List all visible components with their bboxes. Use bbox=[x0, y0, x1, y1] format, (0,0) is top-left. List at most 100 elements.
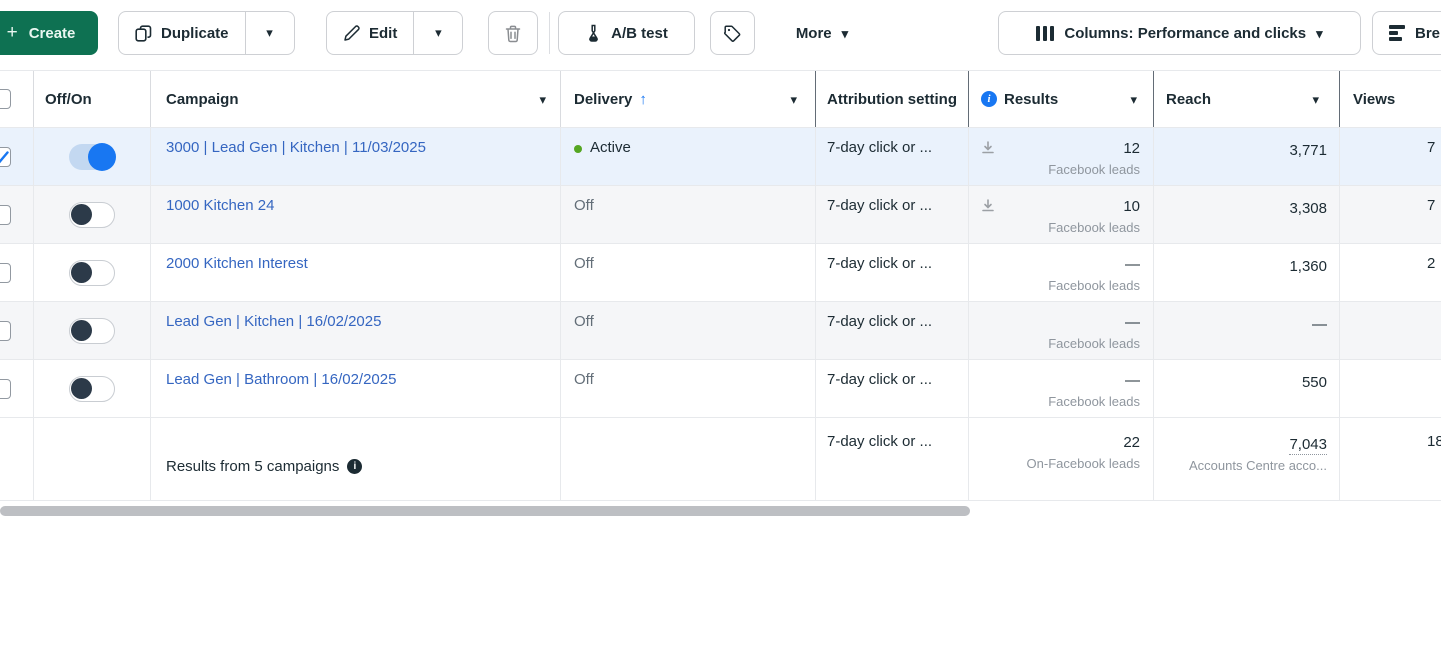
column-header-campaign[interactable]: Campaign bbox=[150, 71, 560, 127]
duplicate-split-button: Duplicate bbox=[118, 11, 295, 55]
ab-test-button[interactable]: A/B test bbox=[558, 11, 695, 55]
reach-value: 550 bbox=[1302, 374, 1327, 391]
reach-total[interactable]: 7,043 bbox=[1289, 436, 1327, 455]
columns-button-label: Columns: Performance and clicks bbox=[1064, 25, 1306, 42]
sort-ascending-icon[interactable] bbox=[639, 91, 647, 108]
views-value: 7 bbox=[1427, 139, 1435, 156]
attribution-value: 7-day click or ... bbox=[827, 197, 932, 214]
edit-button-label: Edit bbox=[369, 25, 397, 42]
results-sub-label: Facebook leads bbox=[979, 334, 1140, 354]
delivery-cell: Off bbox=[560, 360, 815, 417]
campaign-toggle-on[interactable] bbox=[69, 144, 115, 170]
toolbar-separator bbox=[549, 12, 550, 54]
columns-button[interactable]: Columns: Performance and clicks bbox=[998, 11, 1361, 55]
row-checkbox[interactable] bbox=[0, 321, 11, 341]
campaign-header-label: Campaign bbox=[166, 91, 239, 108]
results-value: 12 bbox=[979, 137, 1140, 160]
campaign-cell: 1000 Kitchen 24 bbox=[150, 186, 560, 243]
campaign-cell: Lead Gen | Kitchen | 16/02/2025 bbox=[150, 302, 560, 359]
summary-empty-cell bbox=[0, 418, 33, 500]
create-button[interactable]: Create bbox=[0, 11, 98, 55]
create-button-label: Create bbox=[29, 25, 76, 42]
toolbar: Create Duplicate Edit bbox=[0, 0, 1441, 66]
duplicate-dropdown-button[interactable] bbox=[245, 12, 294, 54]
reach-value: 1,360 bbox=[1289, 258, 1327, 275]
campaign-toggle-off[interactable] bbox=[69, 376, 115, 402]
campaign-toggle-off[interactable] bbox=[69, 260, 115, 286]
more-button-label: More bbox=[796, 25, 832, 42]
chevron-down-icon[interactable] bbox=[790, 91, 797, 108]
off-on-cell bbox=[33, 244, 150, 301]
header-checkbox-cell bbox=[0, 71, 33, 127]
attribution-cell: 7-day click or ... bbox=[815, 244, 968, 301]
edit-dropdown-button[interactable] bbox=[413, 12, 462, 54]
summary-results-cell: 22 On-Facebook leads bbox=[968, 418, 1153, 500]
campaign-link[interactable]: 3000 | Lead Gen | Kitchen | 11/03/2025 bbox=[166, 139, 426, 156]
off-on-cell bbox=[33, 128, 150, 185]
reach-cell: 1,360 bbox=[1153, 244, 1339, 301]
chevron-down-icon bbox=[266, 24, 273, 42]
views-total: 18 bbox=[1427, 433, 1441, 450]
campaign-cell: Lead Gen | Bathroom | 16/02/2025 bbox=[150, 360, 560, 417]
row-checkbox-checked[interactable] bbox=[0, 147, 11, 167]
trash-icon bbox=[504, 24, 522, 43]
attribution-value: 7-day click or ... bbox=[827, 139, 932, 156]
duplicate-button[interactable]: Duplicate bbox=[119, 12, 245, 54]
horizontal-scrollbar[interactable] bbox=[0, 506, 970, 516]
summary-delivery-cell bbox=[560, 418, 815, 500]
summary-label: Results from 5 campaigns bbox=[166, 458, 339, 475]
campaign-link[interactable]: Lead Gen | Kitchen | 16/02/2025 bbox=[166, 313, 381, 330]
column-header-results[interactable]: iResults bbox=[968, 71, 1153, 127]
row-checkbox[interactable] bbox=[0, 379, 11, 399]
results-total: 22 bbox=[979, 431, 1140, 454]
toggle-knob bbox=[71, 320, 92, 341]
delivery-cell: Active bbox=[560, 128, 815, 185]
column-header-attribution[interactable]: Attribution setting bbox=[815, 71, 968, 127]
campaign-link[interactable]: 2000 Kitchen Interest bbox=[166, 255, 308, 272]
tag-icon bbox=[723, 24, 742, 43]
results-value: 10 bbox=[979, 195, 1140, 218]
off-on-header-label: Off/On bbox=[45, 91, 92, 108]
column-header-delivery[interactable]: Delivery bbox=[560, 71, 815, 127]
row-checkbox-cell bbox=[0, 186, 33, 243]
tag-button[interactable] bbox=[710, 11, 755, 55]
delete-button[interactable] bbox=[488, 11, 538, 55]
reach-cell: 3,771 bbox=[1153, 128, 1339, 185]
row-checkbox[interactable] bbox=[0, 263, 11, 283]
info-icon[interactable]: i bbox=[347, 459, 362, 474]
delivery-status: Off bbox=[574, 313, 594, 330]
campaign-link[interactable]: Lead Gen | Bathroom | 16/02/2025 bbox=[166, 371, 396, 388]
more-button[interactable]: More bbox=[772, 11, 872, 55]
breakdown-button[interactable]: Bre bbox=[1372, 11, 1441, 55]
results-cell: — Facebook leads bbox=[968, 244, 1153, 301]
summary-empty-cell bbox=[33, 418, 150, 500]
campaign-link[interactable]: 1000 Kitchen 24 bbox=[166, 197, 274, 214]
campaign-cell: 2000 Kitchen Interest bbox=[150, 244, 560, 301]
attribution-value: 7-day click or ... bbox=[827, 313, 932, 330]
row-checkbox-cell bbox=[0, 360, 33, 417]
select-all-checkbox[interactable] bbox=[0, 89, 11, 109]
table-header-row: Off/On Campaign Delivery Attribution set… bbox=[0, 70, 1441, 128]
download-icon[interactable] bbox=[981, 197, 995, 220]
reach-header-label: Reach bbox=[1166, 91, 1211, 108]
chevron-down-icon bbox=[842, 25, 849, 42]
results-value: — bbox=[979, 311, 1140, 334]
chevron-down-icon[interactable] bbox=[1312, 91, 1319, 108]
chevron-down-icon[interactable] bbox=[539, 91, 546, 108]
views-cell: 2 bbox=[1339, 244, 1441, 301]
delivery-header-label: Delivery bbox=[574, 91, 632, 108]
campaign-toggle-off[interactable] bbox=[69, 202, 115, 228]
results-sub-label: Facebook leads bbox=[979, 392, 1140, 412]
results-cell: 10 Facebook leads bbox=[968, 186, 1153, 243]
edit-button[interactable]: Edit bbox=[327, 12, 413, 54]
off-on-cell bbox=[33, 360, 150, 417]
info-icon[interactable]: i bbox=[981, 91, 997, 107]
summary-row: Results from 5 campaigns i 7-day click o… bbox=[0, 418, 1441, 501]
campaign-toggle-off[interactable] bbox=[69, 318, 115, 344]
chevron-down-icon[interactable] bbox=[1130, 91, 1137, 108]
row-checkbox[interactable] bbox=[0, 205, 11, 225]
download-icon[interactable] bbox=[981, 139, 995, 162]
column-header-reach[interactable]: Reach bbox=[1153, 71, 1339, 127]
column-header-views[interactable]: Views bbox=[1339, 71, 1441, 127]
active-status-dot bbox=[574, 145, 582, 153]
